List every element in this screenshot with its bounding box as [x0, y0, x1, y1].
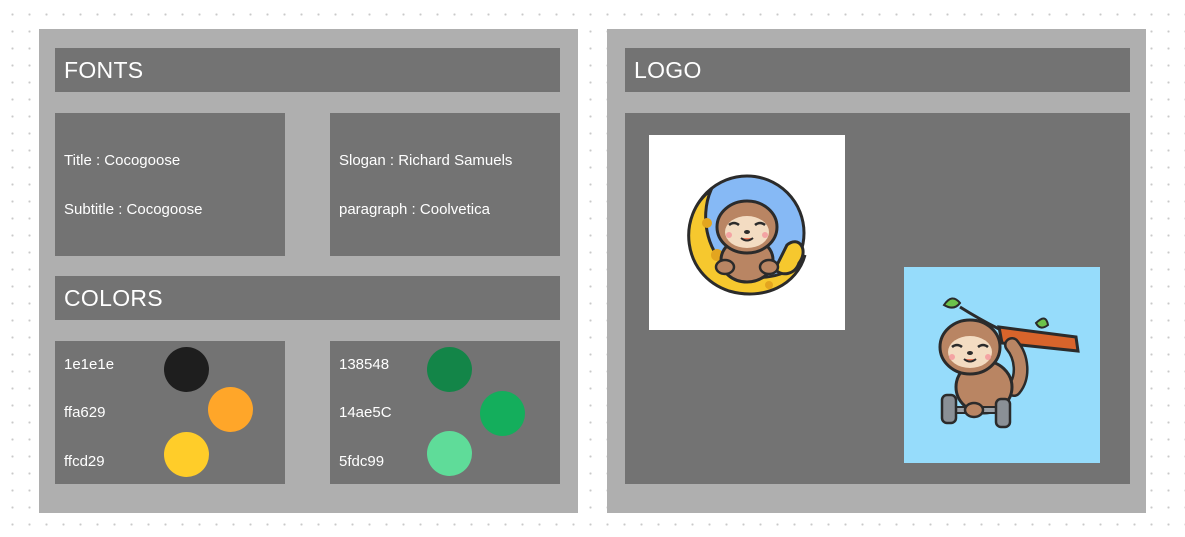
color-swatch-5 — [480, 391, 525, 436]
logo-header: LOGO — [625, 48, 1130, 92]
colors-card-left: 1e1e1e ffa629 ffcd29 — [55, 341, 285, 484]
title-font-spec: Title : Cocogoose — [64, 152, 181, 169]
color-label-1: 1e1e1e — [64, 356, 115, 373]
color-swatch-4 — [427, 347, 472, 392]
fonts-colors-board: FONTS Title : Cocogoose Subtitle : Cocog… — [39, 29, 578, 513]
fonts-card-right: Slogan : Richard Samuels paragraph : Coo… — [330, 113, 560, 256]
fonts-header: FONTS — [55, 48, 560, 92]
paragraph-font-spec: paragraph : Coolvetica — [339, 201, 490, 218]
slogan-font-spec: Slogan : Richard Samuels — [339, 152, 513, 169]
sloth-on-moon-icon — [687, 174, 807, 296]
color-label-5: 14ae5C — [339, 404, 392, 421]
color-swatch-6 — [427, 431, 472, 476]
color-label-6: 5fdc99 — [339, 453, 385, 470]
color-swatch-3 — [164, 432, 209, 477]
fonts-card-left: Title : Cocogoose Subtitle : Cocogoose — [55, 113, 285, 256]
logo-board: LOGO — [607, 29, 1146, 513]
color-label-2: ffa629 — [64, 404, 106, 421]
sloth-branch-logo-image — [904, 267, 1100, 463]
colors-header: COLORS — [55, 276, 560, 320]
colors-heading: COLORS — [64, 284, 163, 311]
logo-heading: LOGO — [634, 56, 702, 83]
subtitle-font-spec: Subtitle : Cocogoose — [64, 201, 203, 218]
sloth-hanging-branch-icon — [938, 297, 1080, 429]
logo-card — [625, 113, 1130, 484]
color-swatch-1 — [164, 347, 209, 392]
fonts-heading: FONTS — [64, 56, 144, 83]
color-label-4: 138548 — [339, 356, 390, 373]
sloth-moon-logo-image — [649, 135, 845, 330]
colors-card-right: 138548 14ae5C 5fdc99 — [330, 341, 560, 484]
color-swatch-2 — [208, 387, 253, 432]
color-label-3: ffcd29 — [64, 453, 105, 470]
